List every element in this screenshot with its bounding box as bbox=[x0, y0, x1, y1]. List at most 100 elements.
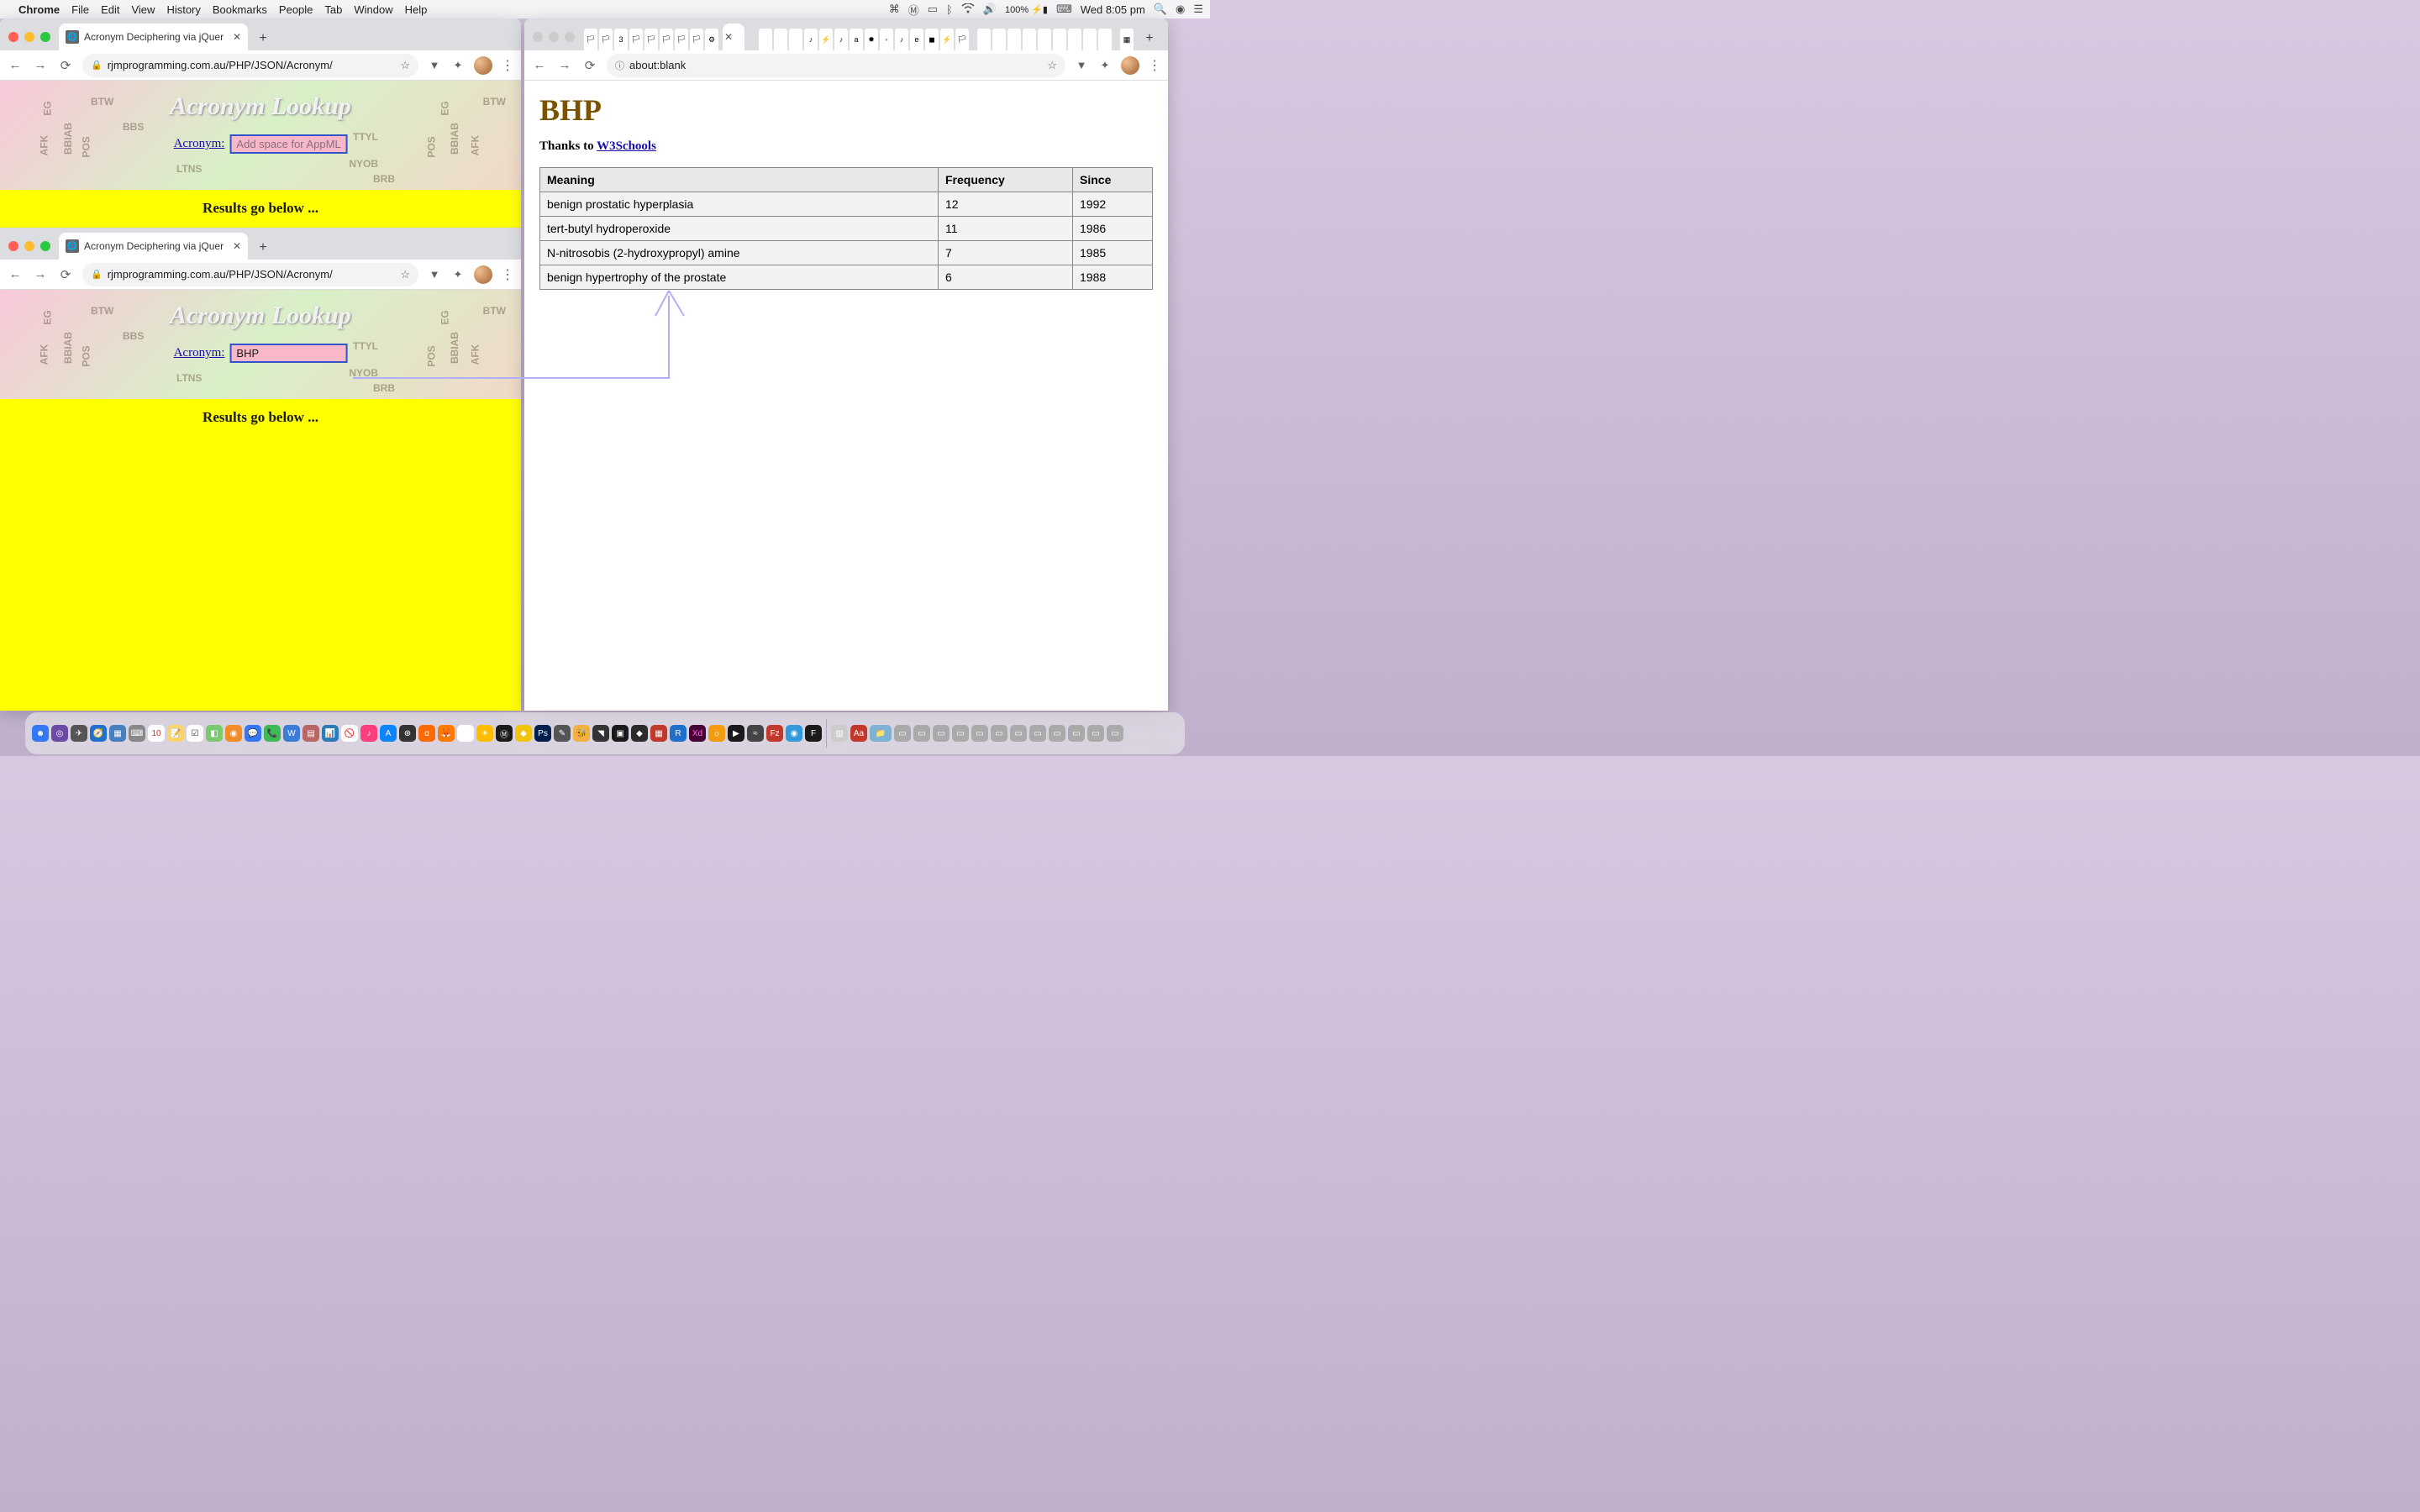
dock-chrome-icon[interactable]: ◯ bbox=[457, 725, 474, 742]
mini-tab[interactable]: a bbox=[850, 29, 863, 50]
forward-button[interactable]: → bbox=[32, 266, 49, 283]
dock-stack-icon[interactable]: ▭ bbox=[1049, 725, 1065, 742]
minimize-window-button[interactable] bbox=[549, 32, 559, 42]
extension-v-icon[interactable]: ▼ bbox=[1074, 58, 1089, 73]
new-tab-button[interactable]: + bbox=[1138, 27, 1161, 50]
mini-tab[interactable] bbox=[1007, 29, 1021, 50]
extensions-icon[interactable]: ✦ bbox=[450, 267, 466, 282]
dock-app-icon[interactable]: ▥ bbox=[831, 725, 848, 742]
address-bar-left[interactable]: 🔒 rjmprogramming.com.au/PHP/JSON/Acronym… bbox=[82, 54, 418, 77]
dock-terminal-icon[interactable]: ▣ bbox=[612, 725, 629, 742]
back-button[interactable]: ← bbox=[7, 57, 24, 74]
dock-app-icon[interactable]: ⊕ bbox=[399, 725, 416, 742]
mini-tab[interactable]: ▦ bbox=[1120, 29, 1134, 50]
close-window-button[interactable] bbox=[8, 32, 18, 42]
dock-calendar-icon[interactable]: 10 bbox=[148, 725, 165, 742]
maximize-window-button[interactable] bbox=[40, 32, 50, 42]
extension-v-icon[interactable]: ▼ bbox=[427, 267, 442, 282]
dock-stack-icon[interactable]: ▭ bbox=[913, 725, 930, 742]
forward-button[interactable]: → bbox=[32, 57, 49, 74]
dock-stack-icon[interactable]: ▭ bbox=[1029, 725, 1046, 742]
mini-tab[interactable] bbox=[977, 29, 991, 50]
mini-tab[interactable]: ⚙ bbox=[705, 29, 718, 50]
mini-tab[interactable] bbox=[1083, 29, 1097, 50]
dock-app-icon[interactable]: ⌨ bbox=[129, 725, 145, 742]
dock-app-icon[interactable]: ▦ bbox=[650, 725, 667, 742]
dock-finder-icon[interactable]: ☻ bbox=[32, 725, 49, 742]
dock-reminders-icon[interactable]: ☑ bbox=[187, 725, 203, 742]
mini-tab[interactable]: 🏳 bbox=[599, 29, 613, 50]
mini-tab[interactable]: e bbox=[910, 29, 923, 50]
menu-tab[interactable]: Tab bbox=[324, 3, 342, 16]
dock-app-icon[interactable]: ☀ bbox=[476, 725, 493, 742]
bookmark-star-icon[interactable]: ☆ bbox=[1047, 59, 1057, 72]
reload-button[interactable]: ⟳ bbox=[581, 57, 598, 74]
mini-tab[interactable] bbox=[1098, 29, 1112, 50]
dock-app-icon[interactable]: ✈ bbox=[71, 725, 87, 742]
minimize-window-button[interactable] bbox=[24, 32, 34, 42]
dock-app-icon[interactable]: F bbox=[805, 725, 822, 742]
forward-button[interactable]: → bbox=[556, 57, 573, 74]
mini-tab[interactable]: 🏳 bbox=[675, 29, 688, 50]
menu-help[interactable]: Help bbox=[405, 3, 428, 16]
dock-safari-icon[interactable]: 🧭 bbox=[90, 725, 107, 742]
mini-tab[interactable] bbox=[1038, 29, 1051, 50]
close-window-button[interactable] bbox=[8, 241, 18, 251]
profile-avatar[interactable] bbox=[474, 56, 492, 75]
dock-photoshop-icon[interactable]: Ps bbox=[534, 725, 551, 742]
input-source-icon[interactable]: ⌨ bbox=[1056, 3, 1072, 16]
chrome-menu-button[interactable]: ⋮ bbox=[501, 266, 514, 283]
mini-tab[interactable] bbox=[789, 29, 802, 50]
menu-window[interactable]: Window bbox=[354, 3, 392, 16]
dock-folder-icon[interactable]: 📁 bbox=[870, 725, 892, 742]
status-display-icon[interactable]: ▭ bbox=[928, 3, 938, 16]
dock-app-icon[interactable]: ≈ bbox=[747, 725, 764, 742]
dock-stack-icon[interactable]: ▭ bbox=[991, 725, 1007, 742]
browser-tab-acronym-2[interactable]: 🌐 Acronym Deciphering via jQuer ✕ bbox=[59, 233, 248, 260]
dock-stack-icon[interactable]: ▭ bbox=[971, 725, 988, 742]
tab-close-icon[interactable]: ✕ bbox=[233, 240, 241, 252]
mini-tab[interactable] bbox=[1053, 29, 1066, 50]
bookmark-star-icon[interactable]: ☆ bbox=[400, 59, 410, 72]
mini-tab[interactable]: 🏳 bbox=[690, 29, 703, 50]
menu-bookmarks[interactable]: Bookmarks bbox=[213, 3, 267, 16]
dock-stack-icon[interactable]: ▭ bbox=[1087, 725, 1104, 742]
close-window-button[interactable] bbox=[533, 32, 543, 42]
dock-firefox-icon[interactable]: 🦊 bbox=[438, 725, 455, 742]
acronym-label-link-2[interactable]: Acronym: bbox=[174, 346, 225, 360]
extension-v-icon[interactable]: ▼ bbox=[427, 58, 442, 73]
dock-app-icon[interactable]: ▦ bbox=[109, 725, 126, 742]
dock-app-icon[interactable]: ◆ bbox=[631, 725, 648, 742]
mini-tab[interactable]: ⚡ bbox=[819, 29, 833, 50]
dock-app-icon[interactable]: α bbox=[418, 725, 435, 742]
maximize-window-button[interactable] bbox=[40, 241, 50, 251]
control-center-icon[interactable]: ☰ bbox=[1193, 3, 1203, 16]
dock-app-icon[interactable]: ◉ bbox=[786, 725, 802, 742]
mini-tab[interactable]: ♪ bbox=[834, 29, 848, 50]
siri-icon[interactable]: ◉ bbox=[1176, 3, 1185, 16]
mini-tab[interactable] bbox=[1068, 29, 1081, 50]
dock-stack-icon[interactable]: ▭ bbox=[1068, 725, 1085, 742]
minimize-window-button[interactable] bbox=[24, 241, 34, 251]
dock-app-icon[interactable]: 📞 bbox=[264, 725, 281, 742]
dock-stack-icon[interactable]: ▭ bbox=[1107, 725, 1123, 742]
mini-tab[interactable]: ✹ bbox=[865, 29, 878, 50]
address-bar-right[interactable]: ⓘ about:blank ☆ bbox=[607, 54, 1065, 77]
dock-stack-icon[interactable]: ▭ bbox=[1010, 725, 1027, 742]
extensions-icon[interactable]: ✦ bbox=[450, 58, 466, 73]
acronym-label-link[interactable]: Acronym: bbox=[174, 137, 225, 151]
reload-button[interactable]: ⟳ bbox=[57, 266, 74, 283]
status-mamp-icon[interactable]: Ⓜ bbox=[908, 2, 919, 18]
dock-app-icon[interactable]: ◆ bbox=[515, 725, 532, 742]
dock-notes-icon[interactable]: 📝 bbox=[167, 725, 184, 742]
dock-app-icon[interactable]: ◧ bbox=[206, 725, 223, 742]
menu-view[interactable]: View bbox=[131, 3, 155, 16]
mini-tab[interactable]: 🏳 bbox=[644, 29, 658, 50]
mini-tab[interactable]: 🏳 bbox=[660, 29, 673, 50]
back-button[interactable]: ← bbox=[7, 266, 24, 283]
dock-rstudio-icon[interactable]: R bbox=[670, 725, 687, 742]
spotlight-icon[interactable]: 🔍 bbox=[1154, 3, 1167, 16]
address-bar-nested[interactable]: 🔒 rjmprogramming.com.au/PHP/JSON/Acronym… bbox=[82, 263, 418, 286]
mini-tab[interactable]: 🏳 bbox=[629, 29, 643, 50]
dock-xd-icon[interactable]: Xd bbox=[689, 725, 706, 742]
